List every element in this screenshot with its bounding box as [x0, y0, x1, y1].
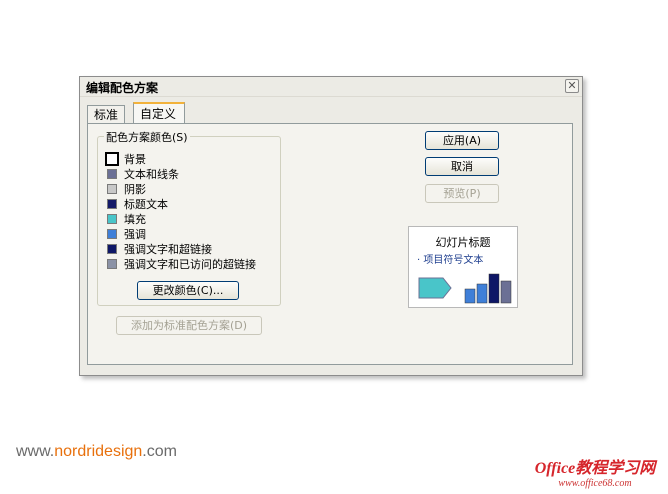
preview-graphic	[418, 273, 512, 304]
color-item-label: 阴影	[124, 182, 146, 196]
apply-button[interactable]: 应用(A)	[425, 131, 499, 150]
color-item-label: 填充	[124, 212, 146, 226]
color-item-label: 强调文字和超链接	[124, 242, 212, 256]
color-swatch	[107, 198, 117, 209]
scheme-preview-thumbnail: 幻灯片标题 · 项目符号文本	[408, 226, 518, 308]
watermark-left-prefix: www.	[16, 443, 55, 460]
tab-custom[interactable]: 自定义	[133, 102, 185, 124]
color-item-label: 强调	[124, 227, 146, 241]
preview-bar	[488, 273, 500, 304]
color-swatch	[107, 228, 117, 239]
scheme-color-item[interactable]: 阴影	[107, 181, 256, 196]
color-swatch	[107, 243, 117, 254]
scheme-color-list: 背景 文本和线条 阴影 标题文本 填充 强调 强调文字和超链接 强调文字和已访问的超链接	[105, 151, 256, 271]
preview-bar-chart	[464, 273, 512, 304]
scheme-colors-label: 配色方案颜色(S)	[104, 129, 190, 145]
scheme-color-item[interactable]: 强调文字和超链接	[107, 241, 256, 256]
add-as-standard-scheme-button[interactable]: 添加为标准配色方案(D)	[116, 316, 262, 335]
color-item-label: 文本和线条	[124, 167, 179, 181]
color-swatch	[107, 213, 117, 224]
watermark-right-brand: Office教程学习网	[534, 460, 656, 477]
preview-bar	[500, 280, 512, 304]
dialog-titlebar[interactable]: 编辑配色方案 ✕	[80, 77, 582, 97]
cancel-button[interactable]: 取消	[425, 157, 499, 176]
scheme-color-item[interactable]: 背景	[105, 151, 256, 166]
scheme-color-item[interactable]: 填充	[107, 211, 256, 226]
scheme-color-item[interactable]: 文本和线条	[107, 166, 256, 181]
custom-tab-panel: 配色方案颜色(S) 背景 文本和线条 阴影 标题文本 填充 强调 强调文字和超链接 强调文字和…	[87, 123, 573, 365]
watermark-left-suffix: .com	[142, 443, 177, 460]
color-swatch	[107, 258, 117, 269]
dialog-title: 编辑配色方案	[86, 81, 159, 95]
preview-bar	[464, 288, 476, 304]
change-color-button[interactable]: 更改颜色(C)...	[137, 281, 239, 300]
color-swatch	[107, 168, 117, 179]
watermark-right-url: www.office68.com	[558, 478, 632, 489]
color-item-label: 标题文本	[124, 197, 168, 211]
color-swatch	[105, 151, 119, 166]
office68-watermark: Office教程学习网 www.office68.com	[530, 454, 660, 489]
scheme-colors-group: 配色方案颜色(S) 背景 文本和线条 阴影 标题文本 填充 强调 强调文字和超链接 强调文字和…	[97, 129, 281, 306]
color-item-label: 背景	[124, 152, 146, 166]
color-swatch	[107, 183, 117, 194]
preview-bar	[476, 283, 488, 304]
close-icon[interactable]: ✕	[565, 79, 579, 93]
edit-color-scheme-dialog: 编辑配色方案 ✕ 标准 自定义 配色方案颜色(S) 背景 文本和线条 阴影 标题文本填…	[79, 76, 583, 376]
color-item-label: 强调文字和已访问的超链接	[124, 257, 256, 271]
tab-standard[interactable]: 标准	[87, 105, 125, 123]
preview-arrow-shape	[418, 277, 452, 299]
scheme-color-item[interactable]: 强调	[107, 226, 256, 241]
watermark-left-accent: nordridesign	[54, 443, 143, 460]
scheme-color-item[interactable]: 强调文字和已访问的超链接	[107, 256, 256, 271]
scheme-color-item[interactable]: 标题文本	[107, 196, 256, 211]
preview-button[interactable]: 预览(P)	[425, 184, 499, 203]
nordridesign-watermark: www.nordridesign.com	[16, 443, 177, 461]
